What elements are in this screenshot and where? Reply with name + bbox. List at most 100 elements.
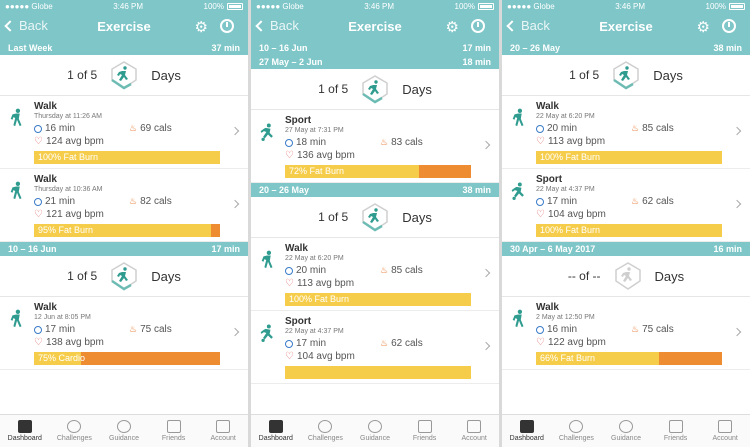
duration-stat: 16 min bbox=[34, 123, 129, 134]
heart-rate-stat: ♡ 113 avg bpm bbox=[285, 278, 491, 289]
tab-guidance[interactable]: Guidance bbox=[601, 415, 651, 447]
tab-account[interactable]: Account bbox=[198, 415, 248, 447]
tab-label: Guidance bbox=[109, 435, 139, 442]
tab-challenges[interactable]: Challenges bbox=[552, 415, 602, 447]
tab-label: Friends bbox=[663, 435, 688, 442]
week-range: 10 – 16 Jun bbox=[8, 244, 57, 254]
exercise-entry[interactable]: Sport 22 May at 4:37 PM 17 min ♨ 62 cals ♡ 104… bbox=[251, 311, 499, 384]
gear-icon[interactable]: ⚙ bbox=[195, 18, 208, 36]
flame-icon: ♨ bbox=[129, 324, 138, 334]
exercise-entry[interactable]: Walk Thursday at 10:36 AM 21 min ♨ 82 cals ♡ 1… bbox=[0, 169, 248, 242]
heart-zone-bar: 75% Cardio bbox=[34, 352, 220, 365]
tab-friends[interactable]: Friends bbox=[400, 415, 450, 447]
exercise-time: Thursday at 11:26 AM bbox=[34, 113, 102, 120]
exercise-time: 12 Jun at 8:05 PM bbox=[34, 314, 91, 321]
gear-icon[interactable]: ⚙ bbox=[697, 18, 710, 36]
heart-rate-stat: ♡ 121 avg bpm bbox=[34, 209, 240, 220]
weekly-goal-row: 1 of 5 Days bbox=[251, 69, 499, 110]
battery-icon bbox=[227, 2, 243, 10]
exercise-entry[interactable]: Walk 2 May at 12:50 PM 16 min ♨ 75 cals ♡ 122 … bbox=[502, 297, 750, 370]
tab-bar: Dashboard Challenges Guidance Friends Accoun… bbox=[251, 414, 499, 447]
calories-value: 69 cals bbox=[140, 123, 172, 134]
battery-icon bbox=[729, 2, 745, 10]
tab-label: Account bbox=[210, 435, 236, 442]
battery-status: 100% bbox=[706, 2, 745, 11]
exercise-list[interactable]: 10 – 16 Jun 17 min 27 May – 2 Jun 18 min 1 o… bbox=[251, 41, 499, 414]
tab-dashboard[interactable]: Dashboard bbox=[251, 415, 301, 447]
exercise-entry[interactable]: Walk 12 Jun at 8:05 PM 17 min ♨ 75 cals ♡ 138 … bbox=[0, 297, 248, 370]
walk-icon bbox=[8, 309, 26, 329]
exercise-entry[interactable]: Sport 27 May at 7:31 PM 18 min ♨ 83 cals ♡ 136… bbox=[251, 110, 499, 183]
goal-unit: Days bbox=[151, 67, 181, 83]
calories-value: 62 cals bbox=[642, 196, 674, 207]
tab-challenges[interactable]: Challenges bbox=[301, 415, 351, 447]
sport-icon bbox=[259, 323, 277, 343]
tab-dashboard[interactable]: Dashboard bbox=[0, 415, 50, 447]
week-header: 20 – 26 May 38 min bbox=[502, 41, 750, 55]
exercise-stats: 18 min ♨ 83 cals bbox=[285, 137, 491, 148]
challenges-icon bbox=[67, 420, 82, 433]
tab-label: Challenges bbox=[307, 435, 343, 442]
tab-dashboard[interactable]: Dashboard bbox=[502, 415, 552, 447]
exercise-type: Walk bbox=[34, 302, 57, 313]
heart-icon: ♡ bbox=[536, 209, 545, 220]
goal-unit: Days bbox=[654, 268, 685, 284]
exercise-type: Sport bbox=[285, 115, 312, 126]
stopwatch-icon[interactable] bbox=[722, 19, 736, 33]
page-title: Exercise bbox=[348, 19, 402, 34]
clock-icon bbox=[285, 339, 293, 348]
exercise-entry[interactable]: Sport 22 May at 4:37 PM 17 min ♨ 62 cals ♡ 104… bbox=[502, 169, 750, 242]
duration-stat: 20 min bbox=[536, 123, 631, 134]
duration-value: 17 min bbox=[296, 338, 327, 349]
tab-label: Account bbox=[461, 435, 487, 442]
challenges-icon bbox=[569, 420, 584, 433]
clock-label: 3:46 PM bbox=[113, 1, 144, 11]
friends-icon bbox=[166, 420, 181, 433]
tab-label: Guidance bbox=[611, 435, 641, 442]
goal-unit: Days bbox=[151, 268, 181, 284]
tab-label: Challenges bbox=[56, 435, 92, 442]
clock-icon bbox=[34, 124, 42, 133]
heart-rate-value: 138 avg bpm bbox=[45, 337, 104, 348]
calories-value: 85 cals bbox=[391, 265, 423, 276]
heart-rate-stat: ♡ 124 avg bpm bbox=[34, 136, 240, 147]
exercise-stats: 17 min ♨ 62 cals bbox=[285, 338, 491, 349]
exercise-entry[interactable]: Walk 22 May at 6:20 PM 20 min ♨ 85 cals ♡ 113 … bbox=[502, 96, 750, 169]
calories-stat: ♨ 62 cals bbox=[380, 338, 475, 349]
account-icon bbox=[467, 420, 482, 433]
heart-rate-value: 121 avg bpm bbox=[45, 209, 104, 220]
tab-friends[interactable]: Friends bbox=[149, 415, 199, 447]
exercise-list[interactable]: 20 – 26 May 38 min 1 of 5 Days Walk 22 May at… bbox=[502, 41, 750, 414]
nav-bar: Back Exercise ⚙ bbox=[502, 12, 750, 41]
exercise-goal-badge-icon bbox=[360, 202, 390, 232]
tab-guidance[interactable]: Guidance bbox=[350, 415, 400, 447]
tab-account[interactable]: Account bbox=[449, 415, 499, 447]
tab-guidance[interactable]: Guidance bbox=[99, 415, 149, 447]
gear-icon[interactable]: ⚙ bbox=[446, 18, 459, 36]
heart-zone-bar: 66% Fat Burn bbox=[536, 352, 722, 365]
duration-stat: 18 min bbox=[285, 137, 380, 148]
exercise-stats: 20 min ♨ 85 cals bbox=[285, 265, 491, 276]
exercise-entry[interactable]: Walk Thursday at 11:26 AM 16 min ♨ 69 cals ♡ 1… bbox=[0, 96, 248, 169]
stopwatch-icon[interactable] bbox=[471, 19, 485, 33]
heart-zone-bar bbox=[285, 366, 471, 379]
exercise-time: 22 May at 6:20 PM bbox=[536, 113, 595, 120]
heart-zone-label: 95% Fat Burn bbox=[38, 225, 94, 235]
tab-friends[interactable]: Friends bbox=[651, 415, 701, 447]
clock-icon bbox=[285, 138, 293, 147]
tab-account[interactable]: Account bbox=[700, 415, 750, 447]
heart-zone-label: 100% Fat Burn bbox=[38, 152, 99, 162]
exercise-entry[interactable]: Walk 22 May at 6:20 PM 20 min ♨ 85 cals ♡ 113 … bbox=[251, 238, 499, 311]
heart-zone-label: 75% Cardio bbox=[38, 353, 86, 363]
heart-rate-stat: ♡ 122 avg bpm bbox=[536, 337, 742, 348]
calories-value: 82 cals bbox=[140, 196, 172, 207]
week-total: 38 min bbox=[462, 185, 491, 195]
heart-rate-value: 113 avg bpm bbox=[547, 136, 606, 147]
goal-count: -- of -- bbox=[567, 269, 601, 283]
tab-challenges[interactable]: Challenges bbox=[50, 415, 100, 447]
exercise-list[interactable]: Last Week 37 min 1 of 5 Days Walk Thursday at… bbox=[0, 41, 248, 414]
clock-label: 3:46 PM bbox=[615, 1, 646, 11]
stopwatch-icon[interactable] bbox=[220, 19, 234, 33]
battery-percent: 100% bbox=[454, 1, 475, 11]
exercise-goal-badge-icon bbox=[109, 60, 139, 90]
